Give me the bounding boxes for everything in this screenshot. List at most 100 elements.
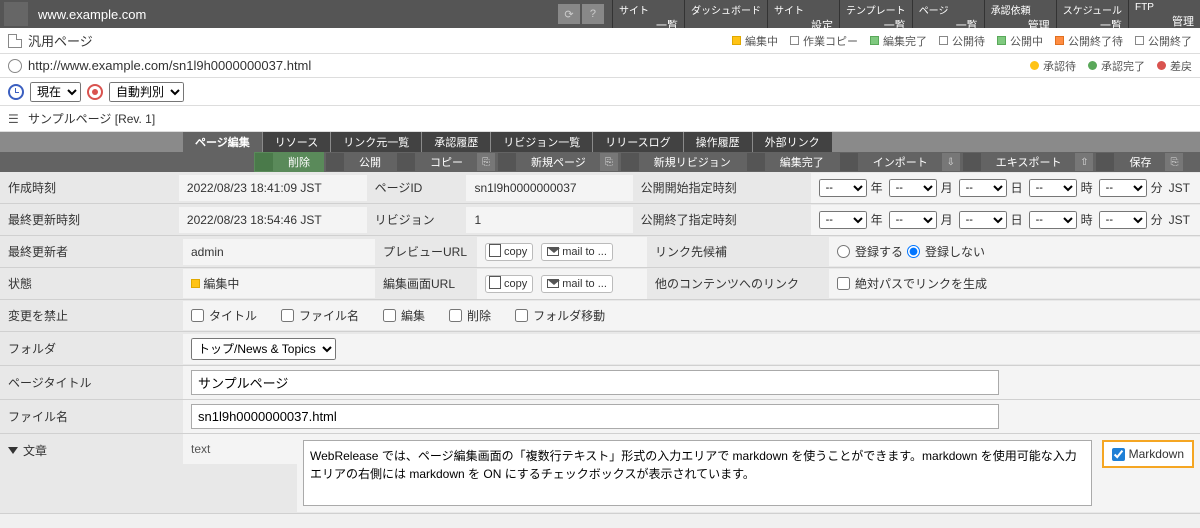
date-select[interactable]: -- [819, 179, 867, 197]
previewurl-actions: copy mail to ... [477, 237, 647, 267]
page-type-label: 汎用ページ [28, 31, 93, 50]
register-yes-radio[interactable]: 登録する [837, 243, 903, 260]
revision-bar: ☰ サンプルページ [Rev. 1] [0, 106, 1200, 132]
time-select[interactable]: 現在 [30, 82, 81, 102]
legend-item: 作業コピー [790, 33, 858, 49]
tab-6[interactable]: 操作履歴 [684, 132, 752, 152]
updater-label: 最終更新者 [0, 237, 183, 266]
toolbar-4[interactable]: 新規リビジョン [620, 152, 745, 172]
copy-icon [491, 246, 501, 257]
date-select[interactable]: -- [889, 179, 937, 197]
tab-3[interactable]: 承認履歴 [422, 132, 490, 152]
updated-value: 2022/08/23 18:54:46 JST [179, 207, 367, 233]
date-select[interactable]: -- [1099, 211, 1147, 229]
created-value: 2022/08/23 18:41:09 JST [179, 175, 367, 201]
top-tab-0[interactable]: サイト一覧 [612, 0, 684, 28]
toolbar-2[interactable]: コピー⎘ [396, 152, 496, 172]
date-select[interactable]: -- [1029, 179, 1077, 197]
toolbar-row: 削除公開コピー⎘新規ページ⎘新規リビジョン編集完了インポート⇩エキスポート⇧保存… [0, 152, 1200, 172]
top-tab-5[interactable]: 承認依頼管理 [984, 0, 1056, 28]
forbid-check[interactable]: フォルダ移動 [515, 307, 605, 324]
url-action-1-icon[interactable]: ⟳ [558, 4, 580, 24]
top-tab-4[interactable]: ページ一覧 [912, 0, 984, 28]
content-textarea[interactable] [303, 440, 1092, 506]
updated-label: 最終更新時刻 [0, 205, 179, 234]
legend-item: 差戻 [1157, 58, 1192, 74]
toolbar-8[interactable]: 保存⎘ [1095, 152, 1184, 172]
pageid-label: ページID [367, 173, 467, 202]
legend-item: 承認完了 [1088, 58, 1145, 74]
folder-label: フォルダ [0, 334, 183, 363]
legend-item: 承認待 [1030, 58, 1076, 74]
tab-0[interactable]: ページ編集 [183, 132, 262, 152]
register-no-radio[interactable]: 登録しない [907, 243, 985, 260]
forbid-check[interactable]: ファイル名 [281, 307, 359, 324]
top-tab-7[interactable]: FTP管理 [1128, 0, 1200, 28]
copy-button[interactable]: copy [485, 275, 533, 293]
url-help-icon[interactable]: ? [582, 4, 604, 24]
tab-2[interactable]: リンク元一覧 [331, 132, 421, 152]
toolbar-6[interactable]: インポート⇩ [839, 152, 961, 172]
status-bar-1: 汎用ページ 編集中作業コピー編集完了公開待公開中公開終了待公開終了 [0, 28, 1200, 54]
page-title-input[interactable] [191, 370, 999, 395]
revision-value: 1 [466, 207, 632, 233]
top-tab-1[interactable]: ダッシュボード [684, 0, 767, 28]
date-select[interactable]: -- [959, 211, 1007, 229]
pubstart-label: 公開開始指定時刻 [633, 173, 811, 202]
date-select[interactable]: -- [1099, 179, 1147, 197]
forbid-check[interactable]: 削除 [449, 307, 491, 324]
status-bar-2: http://www.example.com/sn1l9h0000000037.… [0, 54, 1200, 78]
forbid-check[interactable]: 編集 [383, 307, 425, 324]
top-bar: www.example.com ⟳ ? サイト一覧ダッシュボードサイト設定テンプ… [0, 0, 1200, 28]
top-tab-3[interactable]: テンプレート一覧 [839, 0, 912, 28]
legend-item: 公開中 [997, 33, 1043, 49]
abspath-checkbox[interactable]: 絶対パスでリンクを生成 [837, 275, 987, 292]
date-select[interactable]: -- [959, 179, 1007, 197]
copy-button[interactable]: copy [485, 243, 533, 261]
state-label: 状態 [0, 269, 183, 298]
chevron-down-icon [8, 447, 18, 454]
clock-icon [8, 84, 24, 100]
content-section-label[interactable]: 文章 [0, 434, 183, 467]
toolbar-1[interactable]: 公開 [325, 152, 395, 172]
updater-value: admin [183, 239, 375, 265]
url-display: www.example.com [32, 7, 152, 22]
toolbar-0[interactable]: 削除 [254, 152, 324, 172]
toolbar-5[interactable]: 編集完了 [746, 152, 838, 172]
markdown-toggle[interactable]: Markdown [1102, 440, 1194, 468]
tab-7[interactable]: 外部リンク [753, 132, 832, 152]
revision-label: リビジョン [367, 205, 467, 234]
date-select[interactable]: -- [819, 211, 867, 229]
date-select[interactable]: -- [889, 211, 937, 229]
tab-5[interactable]: リリースログ [593, 132, 682, 152]
top-tab-6[interactable]: スケジュール一覧 [1056, 0, 1128, 28]
control-bar: 現在 自動判別 [0, 78, 1200, 106]
editurl-label: 編集画面URL [375, 269, 477, 298]
state-icon [191, 279, 200, 288]
legend-item: 公開終了待 [1055, 33, 1123, 49]
toolbar-7[interactable]: エキスポート⇧ [962, 152, 1095, 172]
previewurl-label: プレビューURL [375, 237, 477, 266]
forbid-check[interactable]: タイトル [191, 307, 257, 324]
state-value: 編集中 [183, 269, 375, 298]
linkcand-label: リンク先候補 [647, 237, 829, 266]
auto-select[interactable]: 自動判別 [109, 82, 184, 102]
date-select[interactable]: -- [1029, 211, 1077, 229]
status-legend-2: 承認待承認完了差戻 [1030, 58, 1192, 74]
tab-4[interactable]: リビジョン一覧 [491, 132, 592, 152]
markdown-checkbox[interactable] [1112, 448, 1125, 461]
mail-icon [547, 247, 559, 256]
toolbar-3[interactable]: 新規ページ⎘ [497, 152, 619, 172]
created-label: 作成時刻 [0, 173, 179, 202]
mailto-button[interactable]: mail to ... [541, 243, 613, 261]
tab-1[interactable]: リソース [263, 132, 330, 152]
legend-item: 編集完了 [870, 33, 927, 49]
copy-icon [491, 278, 501, 289]
cog-icon: ☰ [8, 112, 22, 126]
folder-select[interactable]: トップ/News & Topics [191, 338, 336, 360]
mailto-button[interactable]: mail to ... [541, 275, 613, 293]
filename-input[interactable] [191, 404, 999, 429]
top-tab-2[interactable]: サイト設定 [767, 0, 839, 28]
globe-icon [8, 59, 22, 73]
document-icon [8, 34, 22, 48]
